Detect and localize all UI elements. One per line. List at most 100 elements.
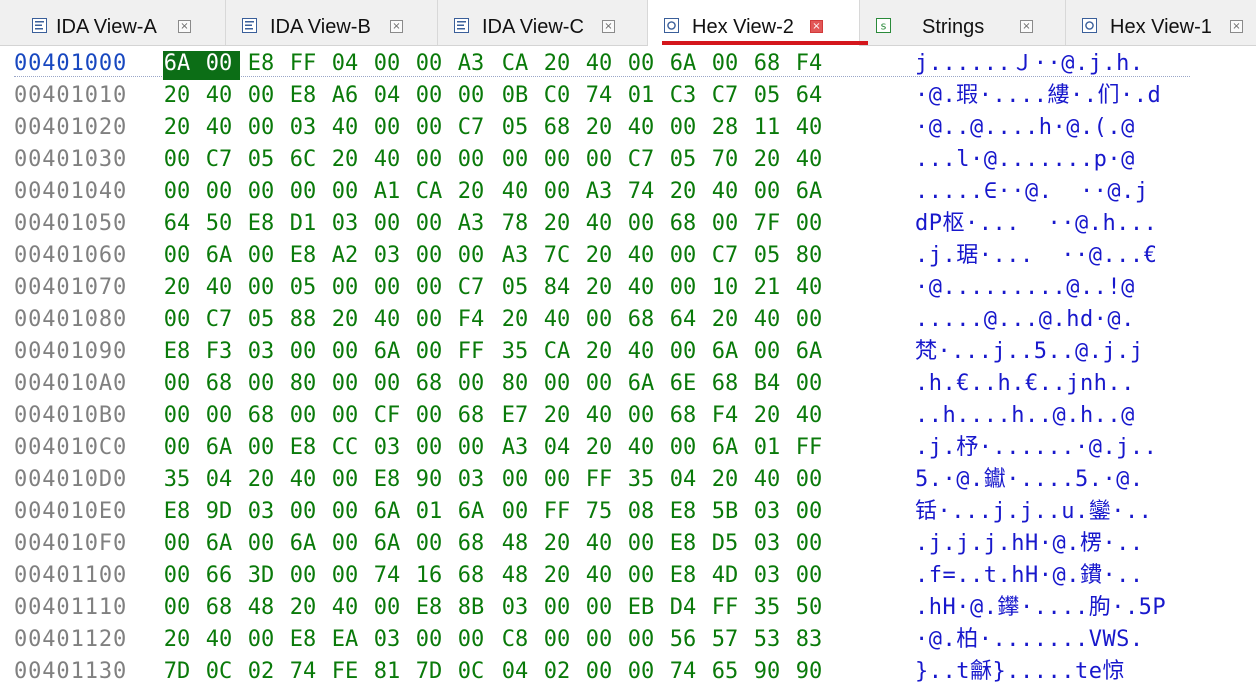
hex-row[interactable]: 00401000 6A 00 E8 FF 04 00 00 A3 CA 20 40 00 6A 00 68 F4…: [0, 48, 1256, 80]
hex-row[interactable]: 00401120 20 40 00 E8 EA 03 00 00 C8 00 00 00 56 57 53 83…: [0, 624, 1256, 656]
hex-byte[interactable]: 20: [542, 48, 572, 80]
hex-byte[interactable]: 78: [500, 208, 530, 240]
hex-byte[interactable]: 40: [794, 144, 824, 176]
hex-byte[interactable]: 00: [288, 336, 318, 368]
hex-byte[interactable]: 40: [626, 336, 656, 368]
hex-byte[interactable]: 10: [710, 272, 740, 304]
hex-byte[interactable]: 00: [626, 656, 656, 688]
hex-byte[interactable]: 00: [414, 240, 444, 272]
tab-ida-view-b[interactable]: IDA View-B ×: [226, 0, 438, 45]
hex-byte[interactable]: C0: [542, 80, 572, 112]
hex-byte[interactable]: A6: [330, 80, 360, 112]
hex-address[interactable]: 00401080: [14, 304, 127, 336]
hex-byte[interactable]: 20: [162, 624, 192, 656]
hex-row[interactable]: 00401020 20 40 00 03 40 00 00 C7 05 68 20 40 00 28 11 40…: [0, 112, 1256, 144]
hex-byte[interactable]: 40: [584, 528, 614, 560]
hex-byte[interactable]: A3: [456, 208, 486, 240]
hex-byte[interactable]: 40: [372, 144, 402, 176]
hex-byte[interactable]: 05: [500, 272, 530, 304]
close-tab-icon[interactable]: ×: [1230, 20, 1243, 33]
hex-byte[interactable]: 64: [162, 208, 192, 240]
hex-byte[interactable]: 7D: [162, 656, 192, 688]
hex-address[interactable]: 00401040: [14, 176, 127, 208]
hex-byte[interactable]: 00: [162, 368, 192, 400]
hex-byte[interactable]: CA: [500, 48, 530, 80]
hex-byte[interactable]: 80: [500, 368, 530, 400]
ascii-dump[interactable]: .hH·@.鑻·....朐·.5P: [915, 592, 1166, 624]
ascii-dump[interactable]: .....∈··@. ··@.j: [915, 176, 1149, 208]
hex-byte[interactable]: 04: [330, 48, 360, 80]
hex-byte[interactable]: 03: [752, 528, 782, 560]
hex-byte[interactable]: 00: [330, 560, 360, 592]
hex-byte[interactable]: A3: [500, 240, 530, 272]
hex-byte[interactable]: 00: [500, 464, 530, 496]
hex-byte[interactable]: 03: [752, 496, 782, 528]
hex-byte[interactable]: 6A: [162, 48, 192, 80]
hex-byte[interactable]: 00: [330, 336, 360, 368]
hex-byte[interactable]: 40: [752, 464, 782, 496]
hex-byte[interactable]: 35: [752, 592, 782, 624]
hex-byte[interactable]: FF: [584, 464, 614, 496]
hex-byte[interactable]: 6A: [288, 528, 318, 560]
hex-byte[interactable]: 21: [752, 272, 782, 304]
hex-byte[interactable]: 01: [752, 432, 782, 464]
hex-byte[interactable]: 00: [330, 368, 360, 400]
hex-byte[interactable]: C7: [710, 80, 740, 112]
hex-byte[interactable]: 00: [542, 144, 572, 176]
hex-byte[interactable]: 5B: [710, 496, 740, 528]
hex-byte[interactable]: 7F: [752, 208, 782, 240]
ascii-dump[interactable]: .h.€..h.€..jnh..: [915, 368, 1135, 400]
hex-byte[interactable]: 00: [542, 624, 572, 656]
ascii-dump[interactable]: ..h....h..@.h..@: [915, 400, 1135, 432]
hex-byte[interactable]: 01: [626, 80, 656, 112]
hex-byte[interactable]: 68: [414, 368, 444, 400]
hex-byte[interactable]: A1: [372, 176, 402, 208]
hex-byte[interactable]: 00: [500, 144, 530, 176]
hex-byte[interactable]: 04: [204, 464, 234, 496]
hex-byte[interactable]: 03: [288, 112, 318, 144]
hex-byte[interactable]: D4: [668, 592, 698, 624]
hex-byte[interactable]: 40: [204, 112, 234, 144]
ascii-dump[interactable]: ·@.柏·.......VWS.: [915, 624, 1144, 656]
hex-byte[interactable]: 6C: [288, 144, 318, 176]
hex-byte[interactable]: 00: [626, 48, 656, 80]
hex-byte[interactable]: 00: [372, 272, 402, 304]
hex-row[interactable]: 004010B0 00 00 68 00 00 CF 00 68 E7 20 40 00 68 F4 20 40…: [0, 400, 1256, 432]
hex-byte[interactable]: 00: [626, 528, 656, 560]
close-tab-icon[interactable]: ×: [1020, 20, 1033, 33]
hex-byte[interactable]: 03: [372, 240, 402, 272]
hex-byte[interactable]: CF: [372, 400, 402, 432]
hex-byte[interactable]: 40: [542, 304, 572, 336]
hex-byte[interactable]: 00: [246, 80, 276, 112]
hex-byte[interactable]: 00: [204, 400, 234, 432]
hex-row[interactable]: 00401090 E8 F3 03 00 00 6A 00 FF 35 CA 20 40 00 6A 00 6A…: [0, 336, 1256, 368]
hex-byte[interactable]: A2: [330, 240, 360, 272]
hex-byte[interactable]: 00: [626, 560, 656, 592]
hex-byte[interactable]: 00: [794, 496, 824, 528]
hex-byte[interactable]: 20: [752, 144, 782, 176]
hex-byte[interactable]: 00: [794, 560, 824, 592]
hex-byte[interactable]: 40: [794, 272, 824, 304]
hex-byte[interactable]: 00: [246, 240, 276, 272]
hex-byte[interactable]: 00: [794, 368, 824, 400]
hex-byte[interactable]: CA: [542, 336, 572, 368]
hex-byte[interactable]: 00: [414, 272, 444, 304]
hex-byte[interactable]: 83: [794, 624, 824, 656]
hex-byte[interactable]: 57: [710, 624, 740, 656]
hex-byte[interactable]: 00: [162, 176, 192, 208]
hex-byte[interactable]: 20: [542, 560, 572, 592]
hex-byte[interactable]: 6A: [204, 240, 234, 272]
hex-byte[interactable]: 90: [752, 656, 782, 688]
hex-byte[interactable]: F4: [794, 48, 824, 80]
hex-byte[interactable]: 28: [710, 112, 740, 144]
hex-byte[interactable]: 00: [584, 368, 614, 400]
ascii-dump[interactable]: dP枢·... ··@.h...: [915, 208, 1157, 240]
close-tab-icon[interactable]: ×: [810, 20, 823, 33]
hex-byte[interactable]: 00: [668, 240, 698, 272]
hex-byte[interactable]: 6A: [372, 336, 402, 368]
hex-byte[interactable]: 6A: [710, 432, 740, 464]
hex-byte[interactable]: 20: [584, 112, 614, 144]
hex-byte[interactable]: 00: [794, 304, 824, 336]
hex-byte[interactable]: 00: [456, 432, 486, 464]
hex-byte[interactable]: 00: [330, 496, 360, 528]
